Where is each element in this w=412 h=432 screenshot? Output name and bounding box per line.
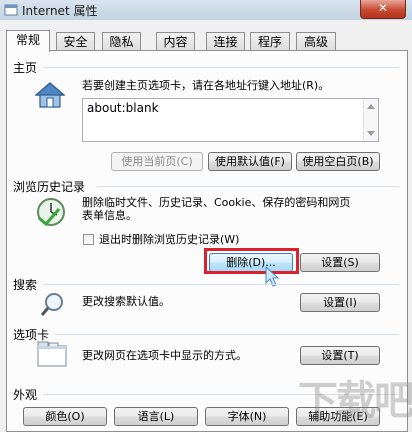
section-divider bbox=[55, 334, 399, 335]
appearance-section-label: 外观 bbox=[13, 388, 38, 402]
search-section-label: 搜索 bbox=[13, 278, 38, 292]
tab-label: 连接 bbox=[213, 35, 238, 49]
use-current-page-button[interactable]: 使用当前页(C) bbox=[111, 152, 203, 171]
section-divider bbox=[97, 186, 399, 187]
tab-general[interactable]: 常规 bbox=[6, 30, 50, 52]
watermark: 下载吧 bbox=[298, 378, 412, 424]
tab-content[interactable]: 内容 bbox=[156, 32, 195, 51]
tab-connections[interactable]: 连接 bbox=[206, 32, 245, 51]
delete-button-highlight bbox=[204, 248, 299, 274]
history-section-label: 浏览历史记录 bbox=[13, 180, 86, 194]
section-divider bbox=[43, 284, 399, 285]
home-page-address: about:blank bbox=[87, 101, 159, 115]
tab-label: 高级 bbox=[303, 35, 328, 49]
scroll-down-icon[interactable] bbox=[367, 131, 375, 136]
internet-options-icon bbox=[4, 4, 18, 16]
close-button[interactable]: ✕ bbox=[360, 0, 406, 19]
use-default-button[interactable]: 使用默认值(F) bbox=[208, 152, 292, 171]
history-settings-button[interactable]: 设置(S) bbox=[300, 253, 380, 272]
close-icon: ✕ bbox=[377, 1, 389, 15]
tabs-description: 更改网页在选项卡中显示的方式。 bbox=[82, 349, 247, 362]
tab-label: 隐私 bbox=[109, 35, 134, 49]
tab-programs[interactable]: 程序 bbox=[250, 32, 290, 51]
tab-label: 安全 bbox=[63, 35, 88, 49]
tabbed-window-icon bbox=[37, 341, 67, 367]
tab-label: 常规 bbox=[15, 33, 40, 47]
scroll-up-icon[interactable] bbox=[367, 104, 375, 109]
tab-label: 内容 bbox=[163, 35, 188, 49]
tab-advanced[interactable]: 高级 bbox=[296, 32, 336, 51]
tab-privacy[interactable]: 隐私 bbox=[102, 32, 141, 51]
section-divider bbox=[43, 67, 399, 68]
delete-on-exit-checkbox[interactable] bbox=[83, 234, 94, 245]
home-section-label: 主页 bbox=[13, 61, 38, 75]
tab-security[interactable]: 安全 bbox=[56, 32, 95, 51]
fonts-button[interactable]: 字体(N) bbox=[205, 407, 289, 426]
search-settings-button[interactable]: 设置(I) bbox=[300, 293, 380, 312]
history-clock-icon bbox=[37, 198, 65, 227]
use-blank-page-button[interactable]: 使用空白页(B) bbox=[296, 152, 380, 171]
search-description: 更改搜索默认值。 bbox=[82, 295, 170, 308]
window-title: Internet 属性 bbox=[22, 4, 98, 18]
history-description-line1: 删除临时文件、历史记录、Cookie、保存的密码和网页 bbox=[82, 196, 351, 209]
colors-button[interactable]: 颜色(O) bbox=[23, 407, 107, 426]
home-description: 若要创建主页选项卡，请在各地址行键入地址(R)。 bbox=[82, 79, 330, 92]
delete-on-exit-label[interactable]: 退出时删除浏览历史记录(W) bbox=[99, 233, 239, 246]
home-icon bbox=[35, 82, 65, 108]
title-bar: Internet 属性 ✕ bbox=[0, 0, 412, 20]
home-page-address-box[interactable]: about:blank bbox=[82, 98, 379, 142]
tab-label: 程序 bbox=[257, 35, 282, 49]
magnifier-icon bbox=[40, 293, 63, 316]
languages-button[interactable]: 语言(L) bbox=[114, 407, 198, 426]
tabs-settings-button[interactable]: 设置(T) bbox=[300, 346, 380, 365]
history-description-line2: 表单信息。 bbox=[82, 209, 137, 222]
address-scrollbar[interactable] bbox=[363, 99, 378, 141]
